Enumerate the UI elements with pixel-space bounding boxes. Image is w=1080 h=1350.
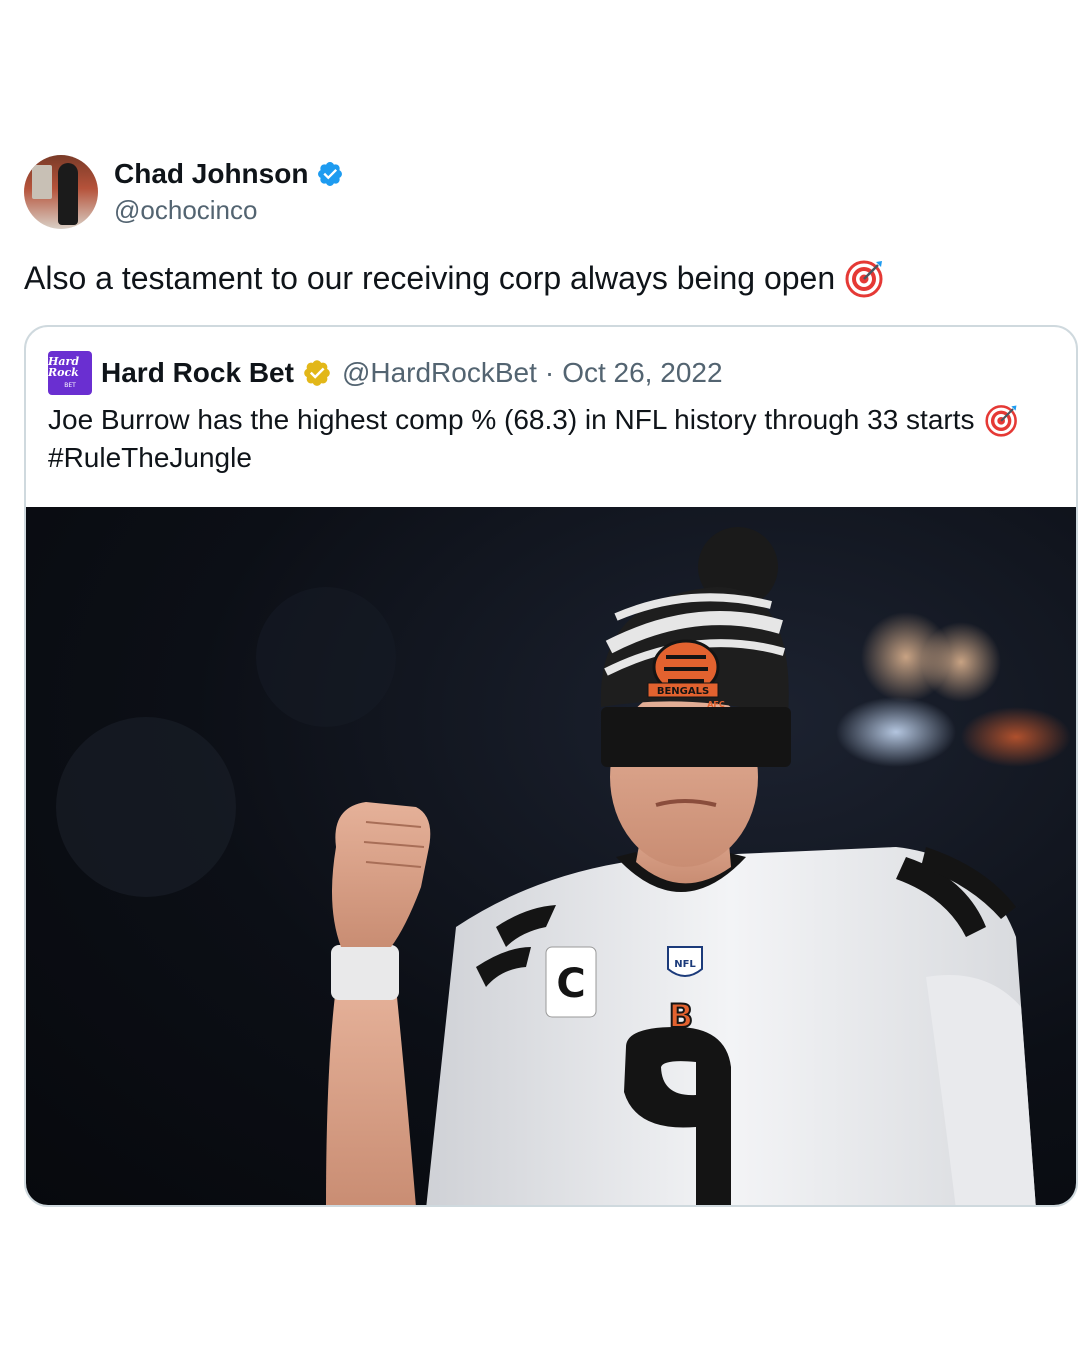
quote-separator: · (544, 357, 555, 388)
author-row: Chad Johnson @ochocinco (24, 152, 1080, 232)
avatar[interactable] (24, 155, 98, 229)
quote-text-line: Joe Burrow has the highest comp % (68.3)… (48, 401, 1058, 439)
hard-rock-logo[interactable]: Hard Rock BET (48, 351, 92, 395)
logo-subtext: BET (64, 381, 76, 389)
quote-text: Joe Burrow has the highest comp % (68.3)… (48, 401, 1058, 477)
target-icon (984, 405, 1017, 437)
avatar-figure (58, 163, 78, 225)
tweet-text-body: Also a testament to our receiving corp a… (24, 260, 836, 296)
author-handle[interactable]: @ochocinco (114, 193, 344, 227)
player-photo[interactable]: C NFL B BENGALS AFC (26, 507, 1076, 1205)
hashtag-link[interactable]: #RuleTheJungle (48, 439, 252, 477)
author-name[interactable]: Chad Johnson (114, 157, 308, 191)
hat-conference-text: AFC (707, 700, 725, 709)
quote-header: Hard Rock BET Hard Rock Bet @HardRockBet… (48, 351, 723, 395)
verified-badge-icon (318, 162, 343, 186)
nfl-shield-text: NFL (674, 959, 696, 970)
quote-text-body: Joe Burrow has the highest comp % (68.3)… (48, 404, 975, 435)
svg-text:B: B (669, 997, 693, 1035)
avatar-door (32, 165, 52, 199)
author-names: Chad Johnson @ochocinco (114, 157, 344, 227)
tweet-text: Also a testament to our receiving corp a… (24, 258, 1080, 298)
player-illustration: C NFL B BENGALS AFC (56, 527, 1071, 1205)
quoted-tweet-card[interactable]: Hard Rock BET Hard Rock Bet @HardRockBet… (24, 325, 1078, 1207)
quote-author-handle[interactable]: @HardRockBet (342, 357, 537, 389)
captain-patch-letter: C (556, 961, 585, 1007)
quote-date[interactable]: Oct 26, 2022 (562, 357, 722, 389)
quote-author-name[interactable]: Hard Rock Bet (101, 357, 294, 389)
logo-text: Hard Rock (48, 354, 80, 379)
hat-team-text: BENGALS (657, 686, 709, 697)
target-icon (845, 260, 883, 298)
tweet: Chad Johnson @ochocinco Also a testament… (24, 152, 1080, 298)
quote-hashtag-line: #RuleTheJungle (48, 439, 1058, 477)
verified-gold-badge-icon (304, 360, 330, 386)
name-line: Chad Johnson (114, 157, 344, 191)
